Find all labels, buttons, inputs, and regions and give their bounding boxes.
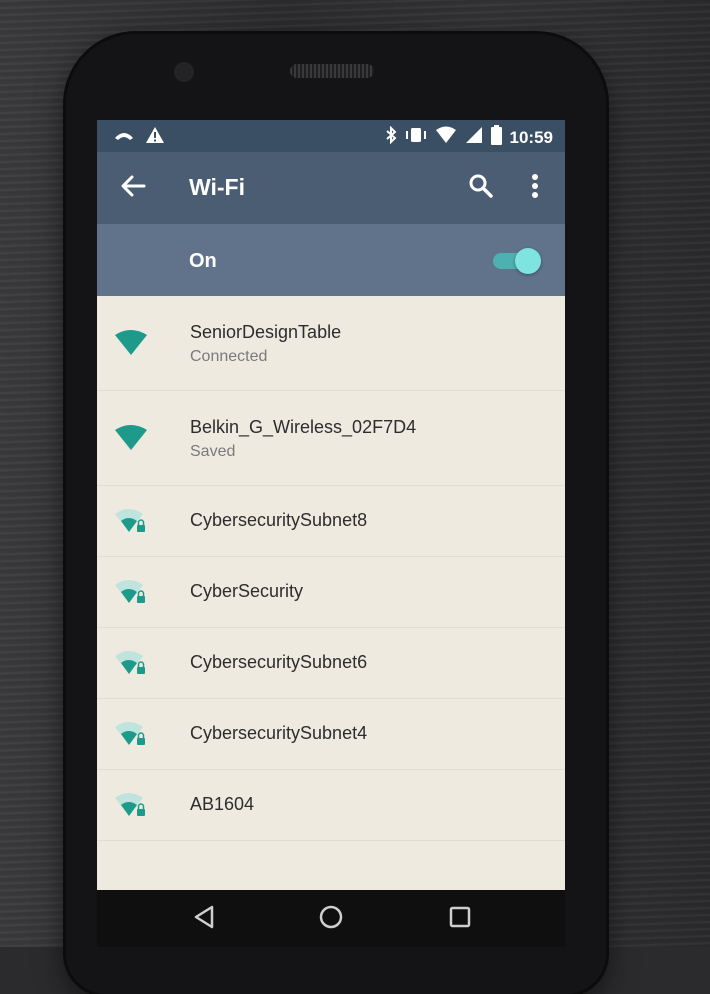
bluetooth-icon [385, 125, 397, 149]
network-item-cybersecuritysubnet4[interactable]: CybersecuritySubnet4 [97, 699, 565, 770]
phone-screen: 10:59 Wi-Fi On SeniorDesignTable Connect… [97, 120, 565, 892]
cell-signal-icon [465, 126, 483, 149]
network-status: Saved [190, 443, 236, 460]
wifi-signal-icon [435, 126, 457, 149]
network-item-cybersecuritysubnet8[interactable]: CybersecuritySubnet8 [97, 486, 565, 557]
network-status: Connected [190, 348, 268, 365]
earpiece-speaker [290, 64, 374, 78]
overflow-menu-button[interactable] [521, 172, 549, 204]
front-camera [174, 62, 194, 82]
nav-back-icon [193, 905, 215, 934]
back-button[interactable] [117, 172, 149, 204]
warning-icon [145, 126, 165, 149]
nav-back-button[interactable] [189, 904, 219, 934]
missed-call-icon [113, 128, 135, 147]
status-bar: 10:59 [97, 120, 565, 152]
network-ssid: CybersecuritySubnet4 [190, 723, 368, 743]
network-item-seniordesigntable[interactable]: SeniorDesignTable Connected [97, 296, 565, 391]
network-ssid: CyberSecurity [190, 581, 304, 601]
more-vert-icon [531, 173, 539, 204]
network-item-belkin[interactable]: Belkin_G_Wireless_02F7D4 Saved [97, 391, 565, 486]
wifi-locked-icon [113, 508, 149, 536]
wifi-switch-label: On [189, 250, 217, 272]
nav-home-button[interactable] [316, 904, 346, 934]
arrow-back-icon [120, 174, 146, 203]
wifi-toggle[interactable] [493, 248, 541, 274]
wifi-full-icon [113, 424, 149, 452]
status-time: 10:59 [509, 127, 553, 147]
search-icon [468, 173, 494, 204]
nav-home-icon [318, 904, 344, 935]
page-title: Wi-Fi [189, 174, 245, 200]
search-button[interactable] [465, 172, 497, 204]
network-item-ab1604[interactable]: AB1604 [97, 770, 565, 841]
navigation-bar [97, 890, 565, 947]
nav-recents-icon [449, 906, 471, 933]
network-ssid: CybersecuritySubnet8 [190, 510, 368, 530]
wifi-full-icon [113, 329, 149, 357]
nav-recents-button[interactable] [445, 904, 475, 934]
vibrate-icon [405, 126, 427, 149]
wifi-locked-icon [113, 579, 149, 607]
app-bar: Wi-Fi [97, 152, 565, 224]
network-item-cybersecuritysubnet6[interactable]: CybersecuritySubnet6 [97, 628, 565, 699]
battery-icon [490, 125, 502, 150]
wifi-switch-bar[interactable]: On [97, 224, 565, 296]
toggle-thumb [515, 248, 541, 274]
network-item-cybersecurity[interactable]: CyberSecurity [97, 557, 565, 628]
network-ssid: SeniorDesignTable [190, 322, 342, 342]
wifi-locked-icon [113, 721, 149, 749]
wifi-locked-icon [113, 792, 149, 820]
network-list: SeniorDesignTable Connected Belkin_G_Wir… [97, 296, 565, 841]
network-ssid: AB1604 [190, 794, 255, 814]
network-ssid: Belkin_G_Wireless_02F7D4 [190, 417, 417, 437]
wifi-locked-icon [113, 650, 149, 678]
network-ssid: CybersecuritySubnet6 [190, 652, 368, 672]
